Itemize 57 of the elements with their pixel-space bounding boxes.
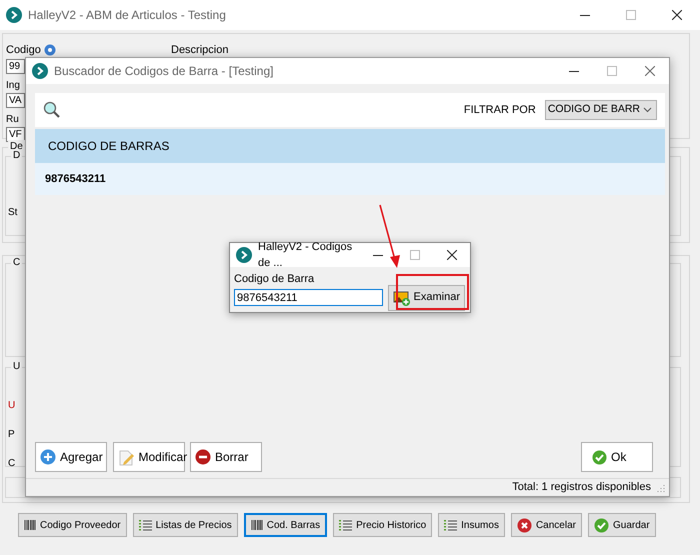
app-logo-icon (32, 63, 48, 79)
search-icon (43, 101, 61, 119)
toolbar-button[interactable]: Cancelar (510, 513, 582, 537)
toolbar-button[interactable]: Listas de Precios (132, 513, 238, 537)
barcode-icon (250, 519, 263, 531)
toolbar-button[interactable]: Codigo Proveedor (18, 513, 127, 537)
ok-button[interactable]: Ok (581, 442, 653, 472)
add-icon (40, 449, 56, 465)
maximize-icon (626, 10, 636, 20)
check-icon (592, 450, 607, 464)
field-label: Codigo (6, 43, 41, 58)
list-icon (339, 518, 352, 532)
status-text: Total: 1 registros disponibles (512, 480, 651, 496)
close-icon (672, 10, 682, 20)
toolbar-button[interactable]: Insumos (438, 513, 505, 537)
field-label: Codigo de Barra (234, 272, 316, 287)
field-label: St (8, 206, 18, 220)
toolbar-button[interactable]: Cod. Barras (244, 513, 328, 537)
filter-label: FILTRAR POR (464, 102, 536, 118)
delete-icon (195, 449, 211, 465)
dialog-button[interactable]: Agregar (35, 442, 107, 472)
field-label: Ru (6, 112, 19, 126)
dialog-button[interactable]: Borrar (190, 442, 262, 472)
field-label: C (8, 457, 16, 472)
dialog-button[interactable]: Modificar (112, 442, 184, 472)
cancel-icon (516, 518, 532, 532)
check-icon (594, 518, 609, 532)
field-label: Ing (6, 78, 20, 92)
chevron-down-icon (643, 107, 652, 113)
field-label: U (8, 399, 16, 414)
browse-button[interactable]: Examinar (388, 284, 465, 310)
app-logo-icon (6, 7, 22, 23)
input-field[interactable]: 99 (6, 58, 25, 74)
list-icon (138, 518, 152, 532)
field-label: P (8, 428, 15, 442)
input-field[interactable]: VF (6, 126, 25, 142)
input-field[interactable]: VA (6, 92, 25, 108)
barcode-input[interactable]: 9876543211 (234, 289, 383, 306)
maximize-icon (607, 66, 617, 76)
dialog-title: HalleyV2 - Codigos de ... (258, 240, 353, 271)
dialog-title: Buscador de Codigos de Barra - [Testing] (54, 63, 274, 80)
image-add-icon (392, 290, 411, 306)
edit-icon (118, 448, 134, 466)
barcode-icon (24, 519, 36, 531)
toolbar-button[interactable]: Guardar (588, 513, 656, 537)
column-header: CODIGO DE BARRAS (48, 138, 170, 155)
field-label: Descripcion (171, 43, 230, 58)
resize-grip-icon (657, 484, 665, 492)
toolbar-button[interactable]: Precio Historico (333, 513, 432, 537)
table-cell-text: 9876543211 (45, 172, 106, 187)
window-title: HalleyV2 - ABM de Articulos - Testing (28, 7, 226, 24)
list-icon (444, 518, 458, 532)
close-icon (645, 66, 655, 76)
app-logo-icon (236, 247, 252, 263)
filter-dropdown[interactable]: CODIGO DE BARR (544, 100, 657, 120)
close-icon (446, 250, 456, 260)
maximize-icon (410, 250, 420, 260)
